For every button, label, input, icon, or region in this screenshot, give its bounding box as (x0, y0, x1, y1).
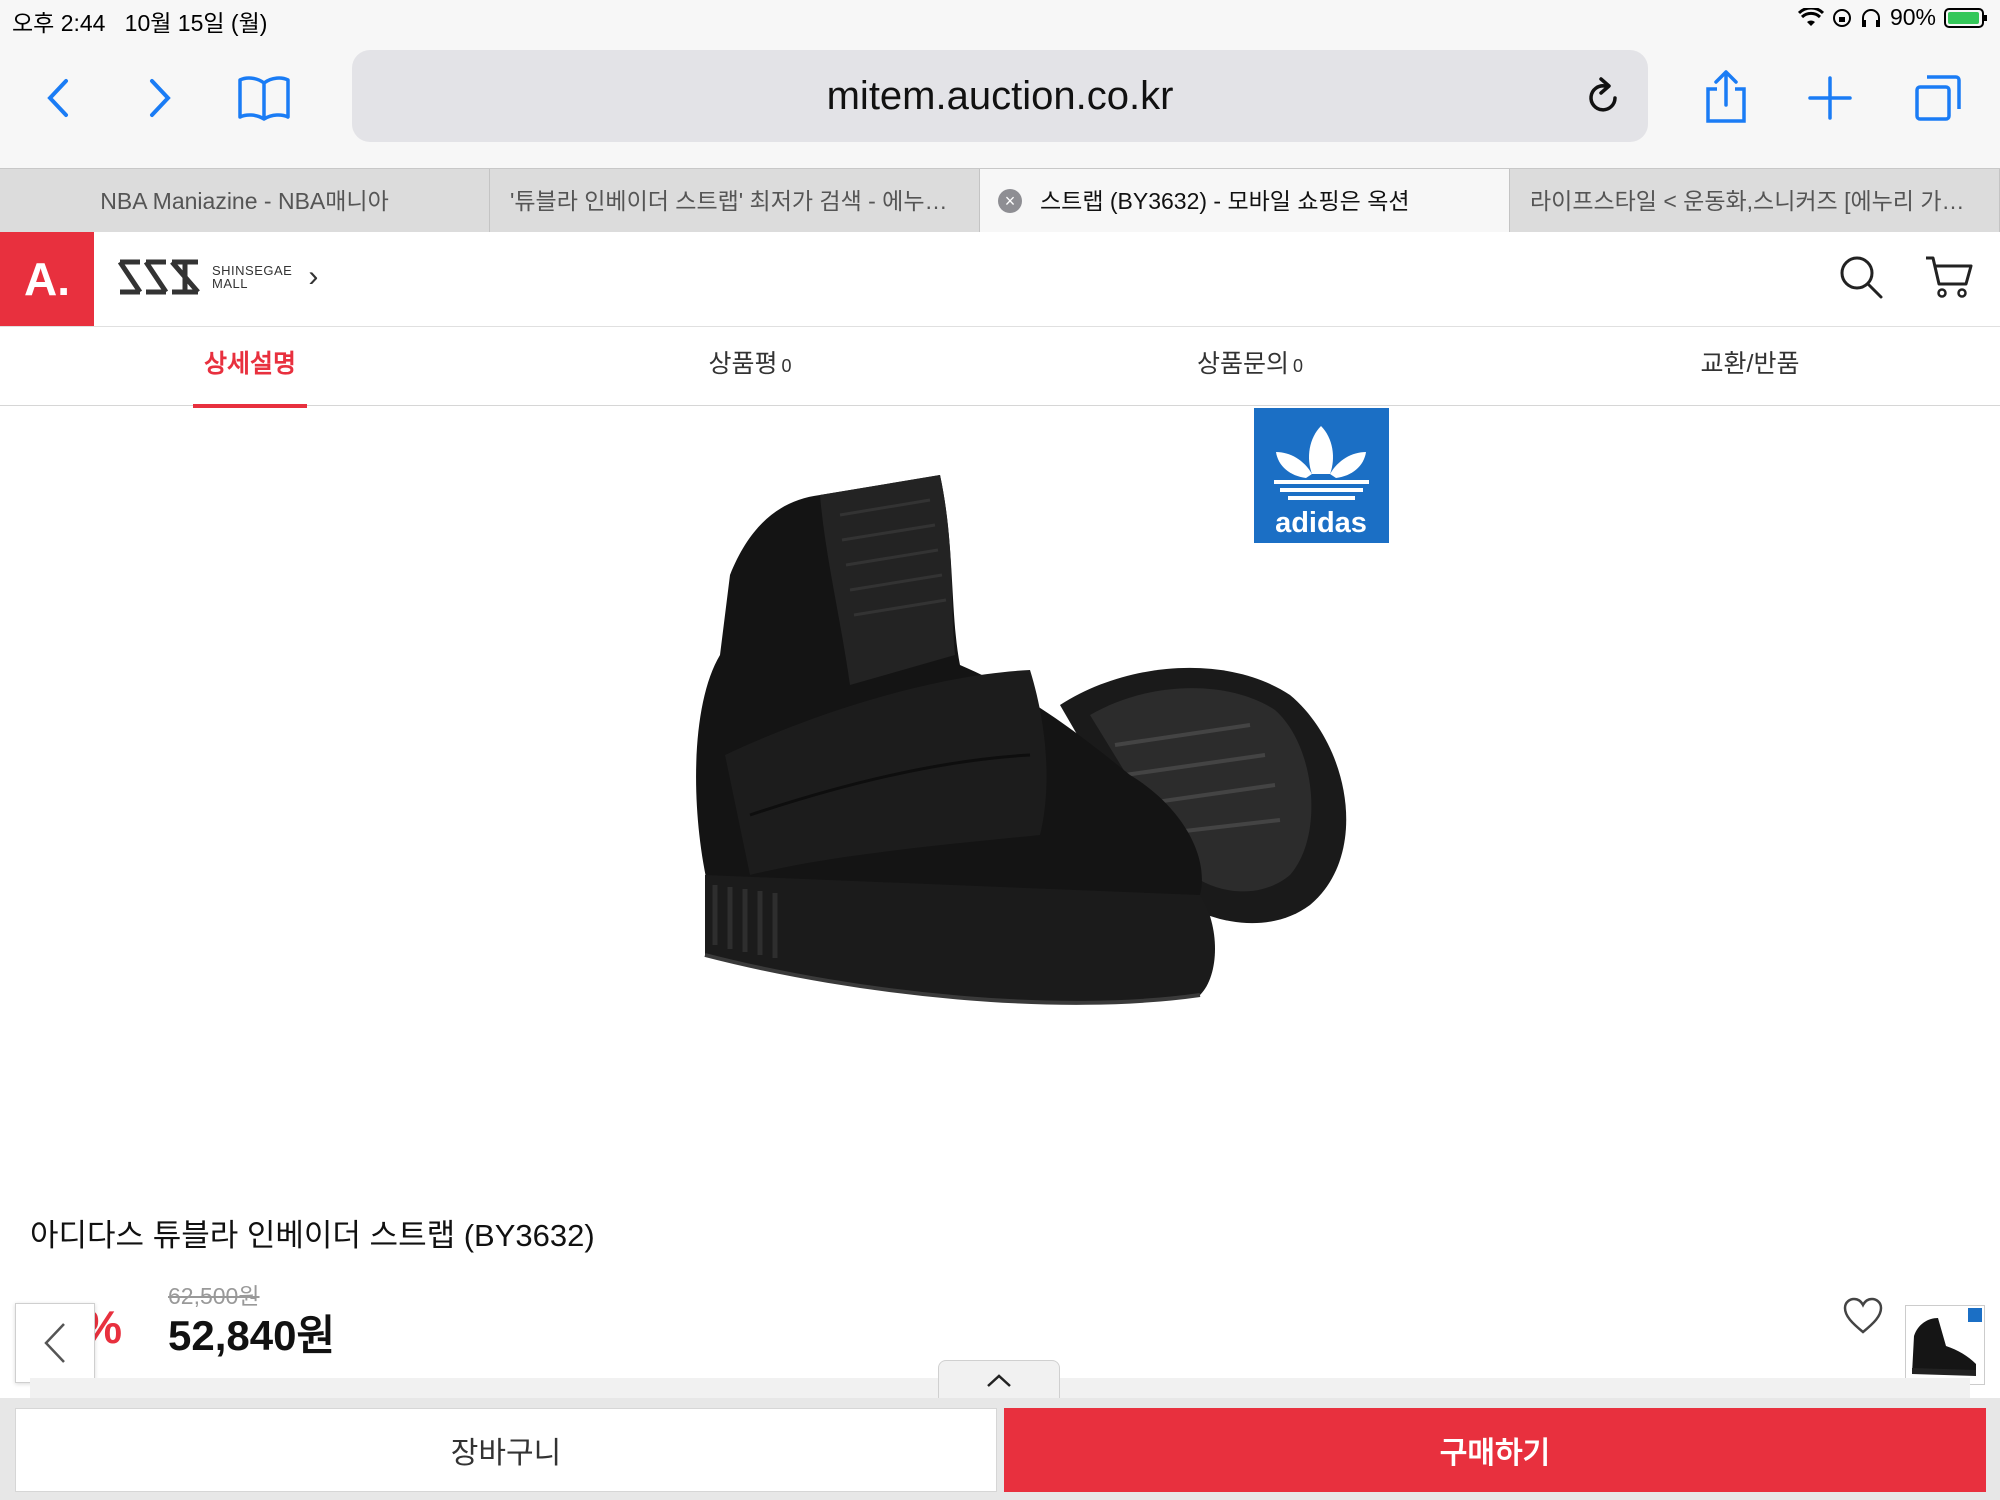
tab-title: '튜블라 인베이더 스트랩' 최저가 검색 - 에누리 가격비교 (510, 188, 979, 214)
tab-description[interactable]: 상세설명 (0, 327, 500, 408)
product-thumbnail[interactable] (1905, 1305, 1985, 1385)
tab-title: 라이프스타일 < 운동화,스니커즈 [에누리 가격비교] (1530, 188, 2000, 214)
tab-label: 상세설명 (203, 350, 296, 378)
tab-questions[interactable]: 상품문의 0 (1000, 327, 1500, 405)
shinsegae-mall-link[interactable]: SHINSEGAE MALL › (116, 256, 318, 298)
browser-tab-active[interactable]: × 스트랩 (BY3632) - 모바일 쇼핑은 옥션 (980, 169, 1510, 233)
search-icon (1840, 256, 1883, 299)
cart-icon-button[interactable] (1924, 254, 1974, 305)
close-tab-icon[interactable]: × (998, 189, 1022, 213)
product-title: 아디다스 튜블라 인베이더 스트랩 (BY3632) (30, 1218, 595, 1253)
wifi-icon (1797, 7, 1824, 26)
tabs-overview-button[interactable] (1908, 68, 1968, 128)
back-button[interactable] (28, 68, 88, 128)
status-time-date: 오후 2:44 10월 15일 (월) (12, 4, 267, 38)
tab-title: 스트랩 (BY3632) - 모바일 쇼핑은 옥션 (1040, 188, 1410, 214)
buy-now-button[interactable]: 구매하기 (1004, 1408, 1986, 1492)
chevron-up-icon (987, 1374, 1011, 1387)
headphones-icon (1861, 8, 1880, 27)
bookmarks-button[interactable] (234, 68, 294, 128)
address-bar[interactable]: mitem.auction.co.kr (352, 50, 1648, 142)
sneaker-image (696, 475, 1347, 1005)
reload-icon (1589, 77, 1617, 112)
partner-mall: MALL (212, 276, 248, 291)
plus-icon (1808, 76, 1852, 120)
sale-price: 52,840원 (168, 1312, 336, 1359)
shopping-cart-icon (1926, 256, 1973, 298)
status-time: 오후 2:44 (12, 10, 106, 36)
orientation-lock-icon (1832, 8, 1851, 27)
tabs-icon (1915, 75, 1961, 121)
tab-count: 0 (1293, 356, 1304, 376)
forward-button[interactable] (130, 68, 190, 128)
previous-button[interactable] (15, 1303, 95, 1383)
heart-icon (1843, 1297, 1883, 1334)
tab-label: 상품문의 (1196, 350, 1289, 378)
browser-tab-bar: NBA Maniazine - NBA매니아 '튜블라 인베이더 스트랩' 최저… (0, 168, 2000, 234)
browser-tab[interactable]: '튜블라 인베이더 스트랩' 최저가 검색 - 에누리 가격비교 (490, 169, 980, 233)
chevron-left-icon (47, 79, 68, 117)
browser-toolbar: mitem.auction.co.kr (0, 40, 2000, 168)
site-header: A. SHINSEGAE MALL › (0, 232, 2000, 327)
shinsegae-mall-text: SHINSEGAE MALL (212, 264, 292, 290)
search-button[interactable] (1838, 254, 1884, 305)
book-icon (238, 76, 290, 121)
url-text: mitem.auction.co.kr (826, 74, 1174, 118)
status-date: 10월 15일 (월) (124, 10, 268, 36)
action-bar: 장바구니 구매하기 (0, 1398, 2000, 1500)
add-to-cart-button[interactable]: 장바구니 (15, 1408, 997, 1492)
browser-tab[interactable]: NBA Maniazine - NBA매니아 (0, 169, 490, 233)
status-bar: 오후 2:44 10월 15일 (월) 90% (0, 0, 2000, 40)
reload-button[interactable] (1584, 76, 1622, 121)
chevron-left-icon (44, 1323, 65, 1363)
product-image (610, 455, 1390, 1095)
tab-label: 상품평 (708, 350, 778, 378)
product-section-tabs: 상세설명 상품평 0 상품문의 0 교환/반품 (0, 327, 2000, 408)
tab-exchange-return[interactable]: 교환/반품 (1500, 327, 2000, 405)
expand-handle[interactable] (938, 1360, 1060, 1401)
tab-reviews[interactable]: 상품평 0 (500, 327, 1000, 405)
chevron-right-icon: › (308, 260, 319, 293)
tab-title: NBA Maniazine - NBA매니아 (100, 188, 389, 214)
ssg-logo-icon (117, 259, 200, 295)
battery-icon (1944, 7, 1987, 28)
share-button[interactable] (1696, 66, 1756, 126)
status-indicators: 90% (1797, 4, 1988, 31)
chevron-right-icon (150, 79, 171, 117)
battery-percent: 90% (1889, 4, 1936, 30)
new-tab-button[interactable] (1800, 68, 1860, 128)
tab-count: 0 (781, 356, 792, 376)
thumbnail-image (1912, 1308, 1982, 1376)
share-icon (1706, 70, 1746, 123)
wishlist-button[interactable] (1842, 1296, 1884, 1341)
browser-tab[interactable]: 라이프스타일 < 운동화,스니커즈 [에누리 가격비교] (1510, 169, 2000, 233)
auction-logo[interactable]: A. (0, 232, 94, 326)
tab-label: 교환/반품 (1700, 350, 1800, 378)
